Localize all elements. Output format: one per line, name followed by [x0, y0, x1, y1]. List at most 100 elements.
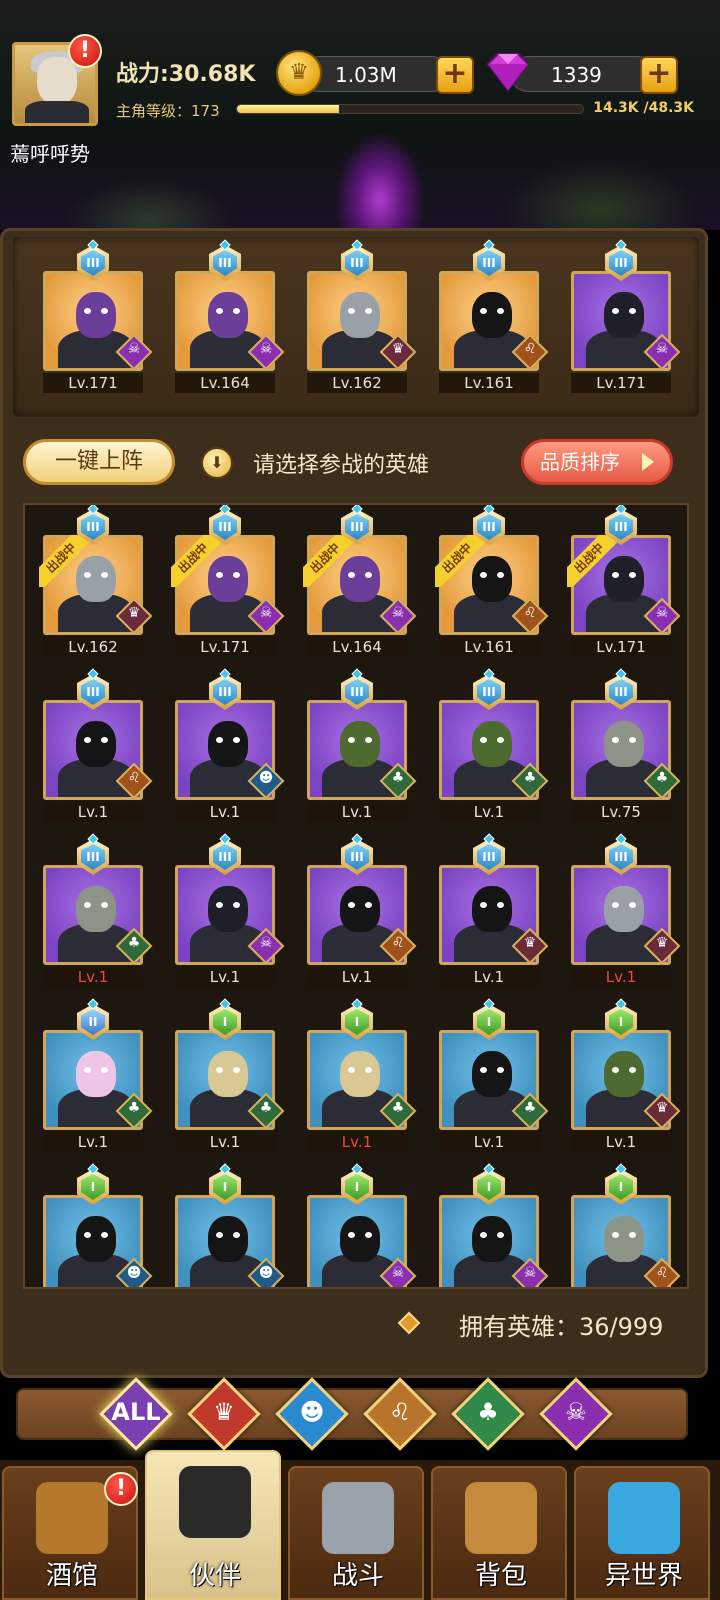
faction-glyph: ♌ — [523, 341, 537, 357]
hero-eyes — [478, 1067, 506, 1073]
rank-badge-icon: III — [599, 833, 643, 881]
rank-badge-icon: I — [335, 1163, 379, 1211]
hero-card[interactable]: III ♣ Lv.1 — [303, 668, 417, 822]
beast-faction-icon: ♌ — [379, 927, 417, 965]
hero-level: Lv.1 — [439, 967, 539, 987]
team-slot[interactable]: III ☠ Lv.171 — [39, 239, 153, 393]
combat-power: 战力:30.68K — [116, 62, 256, 87]
quick-deploy-button[interactable]: 一键上阵 — [23, 439, 175, 485]
sea-faction-icon: ☻ — [247, 762, 285, 800]
hero-card[interactable]: I ☻ — [39, 1163, 153, 1287]
faction-glyph: ☠ — [391, 605, 405, 621]
hero-eyes — [346, 737, 374, 743]
hero-card[interactable]: 出战中 III ☠ Lv.164 — [303, 505, 417, 657]
hero-card[interactable]: I ♣ Lv.1 — [435, 998, 549, 1152]
rank-badge-icon: I — [467, 1163, 511, 1211]
hero-eyes — [610, 1232, 638, 1238]
nav-tab-3[interactable]: 背包 — [431, 1466, 567, 1600]
demon-faction-icon: ☠ — [115, 333, 153, 371]
filter-elf-icon[interactable]: ♣ — [451, 1377, 525, 1451]
filter-label: ☻ — [299, 1398, 325, 1426]
hero-head — [76, 721, 116, 767]
rank-badge-icon: III — [203, 833, 247, 881]
team-slot[interactable]: III ♌ Lv.161 — [435, 239, 549, 393]
hero-card[interactable]: II ♣ Lv.1 — [39, 998, 153, 1152]
team-slot[interactable]: III ♛ Lv.162 — [303, 239, 417, 393]
hero-head — [472, 292, 512, 338]
hero-card[interactable]: 出战中 III ☠ Lv.171 — [567, 505, 681, 657]
hero-head — [76, 292, 116, 338]
rank-badge-icon: III — [467, 668, 511, 716]
rank-badge-icon: II — [71, 998, 115, 1046]
hero-card[interactable]: III ☠ Lv.1 — [171, 833, 285, 987]
exp-progress-bar — [236, 104, 584, 114]
hero-level: Lv.1 — [175, 802, 275, 822]
hero-level: Lv.1 — [43, 967, 143, 987]
hero-card[interactable]: I ☠ — [303, 1163, 417, 1287]
hero-card[interactable]: 出战中 III ☠ Lv.171 — [171, 505, 285, 657]
elf-faction-icon: ♣ — [115, 927, 153, 965]
hero-eyes — [610, 902, 638, 908]
elf-faction-icon: ♣ — [643, 762, 681, 800]
team-slot[interactable]: III ☠ Lv.164 — [171, 239, 285, 393]
filter-label: ♌ — [389, 1398, 411, 1426]
add-gold-button[interactable]: + — [436, 56, 474, 94]
hero-card[interactable]: III ☻ Lv.1 — [171, 668, 285, 822]
demon-faction-icon: ☠ — [643, 597, 681, 635]
hero-card[interactable]: III ♣ Lv.1 — [435, 668, 549, 822]
faction-glyph: ♛ — [127, 605, 141, 621]
hero-card[interactable]: I ☠ — [435, 1163, 549, 1287]
hero-card[interactable]: 出战中 III ♛ Lv.162 — [39, 505, 153, 657]
hero-roster-grid[interactable]: 出战中 III ♛ Lv.162 出战中 III ☠ Lv.171 出战中 III ☠ Lv.164 出… — [23, 503, 689, 1289]
rank-badge-icon: III — [335, 668, 379, 716]
nav-tab-4[interactable]: 异世界 — [574, 1466, 710, 1600]
hero-card[interactable]: 出战中 III ♌ Lv.161 — [435, 505, 549, 657]
filter-order-icon[interactable]: ♛ — [187, 1377, 261, 1451]
add-gems-button[interactable]: + — [640, 56, 678, 94]
hero-card[interactable]: III ♣ Lv.75 — [567, 668, 681, 822]
hero-head — [472, 721, 512, 767]
hero-head — [472, 1051, 512, 1097]
hero-card[interactable]: III ♛ Lv.1 — [435, 833, 549, 987]
elf-faction-icon: ♣ — [511, 762, 549, 800]
hero-eyes — [346, 308, 374, 314]
filter-label: ☠ — [565, 1398, 587, 1426]
backpack-icon — [465, 1482, 537, 1554]
nav-tab-1[interactable]: 伙伴 — [145, 1450, 281, 1600]
hero-card[interactable]: III ♌ Lv.1 — [39, 668, 153, 822]
filter-sea-icon[interactable]: ☻ — [275, 1377, 349, 1451]
hero-head — [604, 292, 644, 338]
hero-level: Lv.161 — [439, 373, 539, 393]
hero-level: Lv.1 — [175, 967, 275, 987]
diamond-icon — [397, 1311, 421, 1335]
hero-card[interactable]: I ♛ Lv.1 — [567, 998, 681, 1152]
faction-glyph: ☠ — [655, 605, 669, 621]
hero-eyes — [610, 1067, 638, 1073]
hero-card[interactable]: I ♣ Lv.1 — [303, 998, 417, 1152]
nav-tab-2[interactable]: 战斗 — [288, 1466, 424, 1600]
hero-card[interactable]: III ♌ Lv.1 — [303, 833, 417, 987]
hero-level: Lv.1 — [571, 1132, 671, 1152]
gold-amount: 1.03M — [335, 63, 397, 87]
faction-glyph: ☠ — [259, 341, 273, 357]
demon-faction-icon: ☠ — [247, 333, 285, 371]
hero-eyes — [214, 737, 242, 743]
filter-demon-icon[interactable]: ☠ — [539, 1377, 613, 1451]
filter-beast-icon[interactable]: ♌ — [363, 1377, 437, 1451]
hero-card[interactable]: III ♛ Lv.1 — [567, 833, 681, 987]
hero-card[interactable]: I ☻ — [171, 1163, 285, 1287]
hero-head — [208, 1216, 248, 1262]
hero-card[interactable]: I ♣ Lv.1 — [171, 998, 285, 1152]
team-slot[interactable]: III ☠ Lv.171 — [567, 239, 681, 393]
faction-glyph: ♌ — [391, 935, 405, 951]
hero-eyes — [478, 737, 506, 743]
order-faction-icon: ♛ — [115, 597, 153, 635]
nav-tab-0[interactable]: 酒馆! — [2, 1466, 138, 1600]
hero-card[interactable]: III ♣ Lv.1 — [39, 833, 153, 987]
hero-head — [76, 886, 116, 932]
hero-level: Lv.171 — [175, 637, 275, 657]
quality-sort-button[interactable]: 品质排序 — [521, 439, 673, 485]
filter-all-button[interactable]: ALL — [99, 1377, 173, 1451]
owned-heroes-count: 拥有英雄：36/999 — [459, 1313, 664, 1341]
hero-card[interactable]: I ♌ — [567, 1163, 681, 1287]
